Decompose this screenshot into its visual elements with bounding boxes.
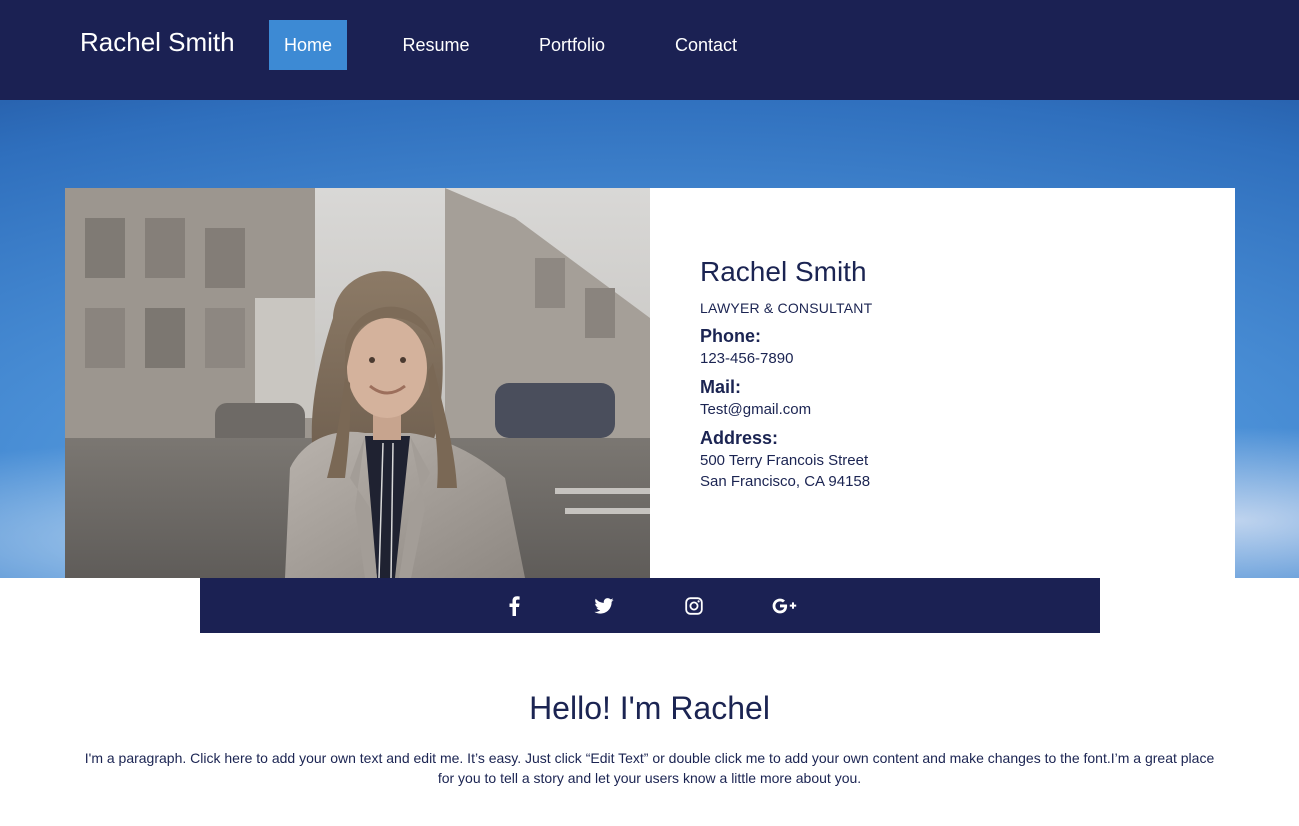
nav-item-home[interactable]: Home bbox=[269, 20, 347, 70]
address-line-1: 500 Terry Francois Street bbox=[700, 452, 869, 469]
site-title[interactable]: Rachel Smith bbox=[80, 27, 235, 58]
intro-heading: Hello! I'm Rachel bbox=[529, 690, 770, 726]
profile-photo-illustration bbox=[65, 188, 650, 578]
profile-name: Rachel Smith bbox=[700, 256, 867, 287]
profile-role: LAWYER & CONSULTANT bbox=[700, 300, 873, 316]
mail-label: Mail: bbox=[700, 377, 742, 397]
intro-paragraph: I'm a paragraph. Click here to add your … bbox=[84, 750, 1215, 786]
profile-card: Rachel Smith LAWYER & CONSULTANT Phone: … bbox=[65, 188, 1235, 578]
address-label: Address: bbox=[700, 428, 779, 448]
social-bar bbox=[200, 578, 1100, 633]
phone-value: 123-456-7890 bbox=[700, 350, 794, 367]
profile-info: Rachel Smith LAWYER & CONSULTANT Phone: … bbox=[700, 256, 1180, 492]
instagram-icon[interactable] bbox=[680, 592, 708, 620]
site-header: Rachel Smith Home Resume Portfolio Conta… bbox=[0, 0, 1299, 100]
nav-item-contact[interactable]: Contact bbox=[662, 20, 750, 70]
google-plus-icon[interactable] bbox=[771, 592, 799, 620]
twitter-icon-glyph bbox=[594, 598, 614, 614]
instagram-icon-glyph bbox=[685, 597, 703, 615]
facebook-icon-glyph bbox=[509, 596, 520, 616]
nav-item-portfolio[interactable]: Portfolio bbox=[526, 20, 618, 70]
profile-photo bbox=[65, 188, 650, 578]
address-line-2: San Francisco, CA 94158 bbox=[700, 473, 871, 490]
mail-value[interactable]: Test@gmail.com bbox=[700, 399, 1180, 420]
nav-item-resume[interactable]: Resume bbox=[389, 20, 483, 70]
phone-label: Phone: bbox=[700, 326, 761, 346]
facebook-icon[interactable] bbox=[500, 592, 528, 620]
google-plus-icon-glyph bbox=[772, 598, 797, 614]
address-value: 500 Terry Francois Street San Francisco,… bbox=[700, 450, 1180, 492]
twitter-icon[interactable] bbox=[590, 592, 618, 620]
